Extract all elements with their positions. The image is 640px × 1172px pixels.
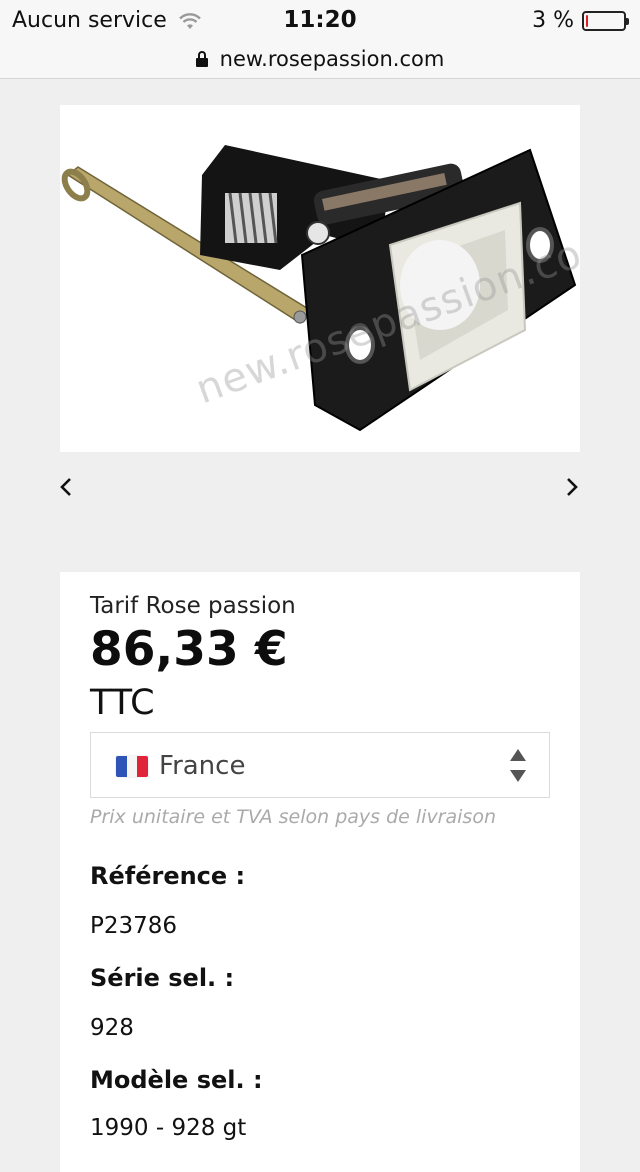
battery-status: 3 %: [532, 8, 629, 33]
price-note: Prix unitaire et TVA selon pays de livra…: [90, 806, 496, 828]
reference-label: Référence :: [90, 862, 246, 890]
country-select-value: France: [159, 751, 246, 781]
series-value: 928: [90, 1015, 134, 1041]
chevron-right-icon[interactable]: [561, 473, 585, 501]
select-arrows-icon: [510, 749, 526, 782]
product-image[interactable]: new.rosepassion.com: [60, 105, 580, 452]
price-label: Tarif Rose passion: [90, 593, 296, 619]
status-bar: Aucun service 11:20 3 %: [0, 0, 640, 40]
country-select[interactable]: France: [90, 732, 550, 798]
url-text: new.rosepassion.com: [219, 47, 445, 71]
model-value: 1990 - 928 gt: [90, 1115, 247, 1141]
tax-label: TTC: [90, 683, 155, 723]
model-label: Modèle sel. :: [90, 1066, 263, 1094]
price-value: 86,33 €: [90, 622, 288, 677]
series-label: Série sel. :: [90, 964, 235, 992]
reference-value: P23786: [90, 913, 178, 939]
lock-icon: [195, 51, 208, 67]
product-info-card: Tarif Rose passion 86,33 € TTC France Pr…: [60, 572, 580, 1172]
france-flag-icon: [116, 756, 148, 777]
battery-percent: 3 %: [532, 8, 574, 33]
address-bar[interactable]: new.rosepassion.com: [0, 40, 640, 79]
battery-icon: [582, 10, 629, 31]
chevron-left-icon[interactable]: [55, 473, 79, 501]
battery-level: [586, 14, 588, 27]
